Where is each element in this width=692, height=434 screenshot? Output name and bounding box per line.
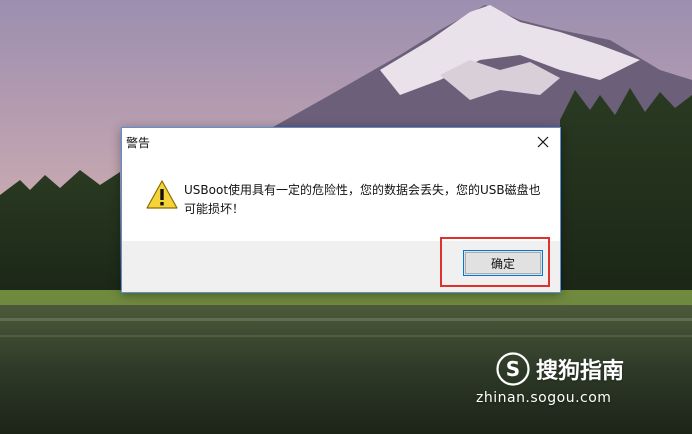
dialog-title: 警告 (126, 136, 151, 150)
watermark-title: 搜狗指南 (536, 359, 625, 384)
warning-dialog: 警告 USBoot使用具有一定的危险性，您的数据会丢失，您的USB磁盘也可能损坏… (121, 127, 561, 293)
dialog-content: USBoot使用具有一定的危险性，您的数据会丢失，您的USB磁盘也可能损坏！ (122, 156, 560, 242)
dialog-footer: 确定 (122, 237, 560, 292)
svg-text:S: S (506, 357, 520, 381)
watermark-url: zhinan.sogou.com (476, 390, 612, 406)
warning-icon (146, 180, 178, 209)
ok-button[interactable]: 确定 (463, 250, 543, 276)
dialog-message: USBoot使用具有一定的危险性，您的数据会丢失，您的USB磁盘也可能损坏！ (184, 183, 541, 216)
sogou-watermark: S 搜狗指南 zhinan.sogou.com (476, 348, 666, 418)
dialog-title-bar[interactable]: 警告 (122, 128, 560, 156)
close-button[interactable] (526, 128, 560, 156)
sogou-logo: S (496, 352, 530, 386)
close-icon (537, 136, 549, 148)
